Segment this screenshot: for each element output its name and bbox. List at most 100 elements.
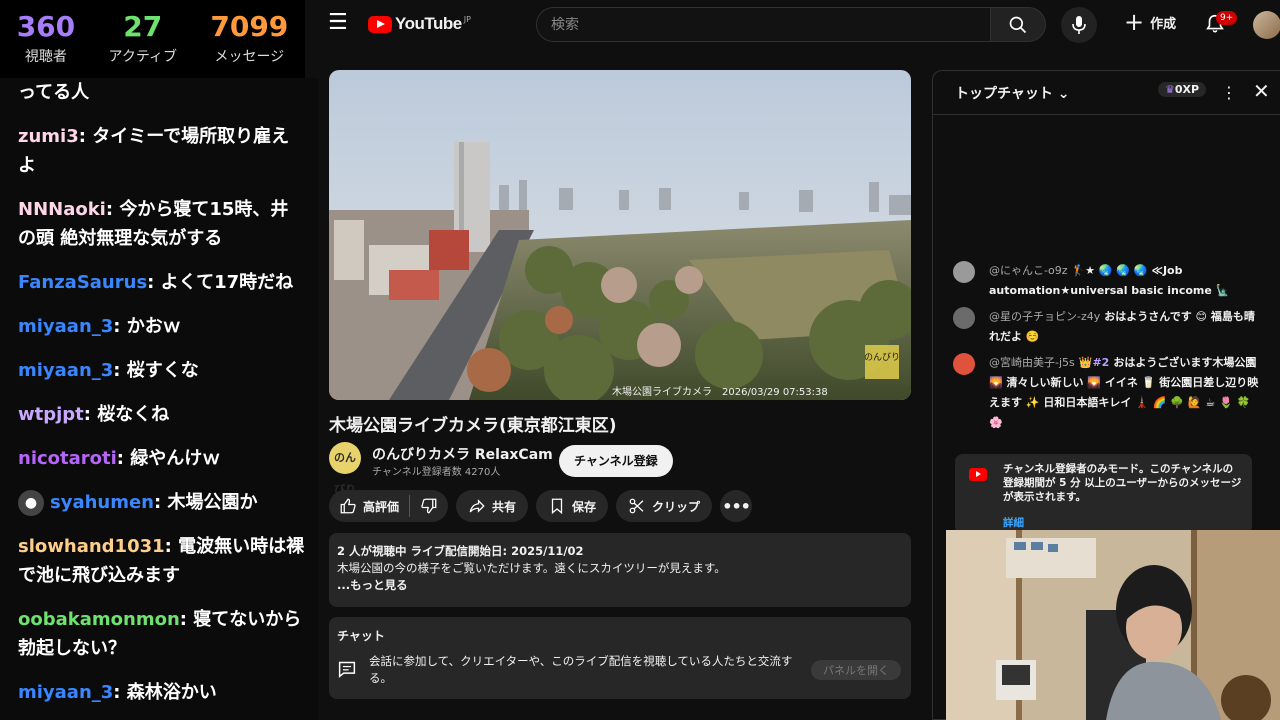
dislike-button[interactable] [410, 490, 448, 522]
create-label: 作成 [1150, 16, 1177, 32]
active-label: アクティブ [108, 49, 177, 65]
chat-text: ってる人 [18, 82, 90, 103]
subscriber-count: チャンネル登録者数 4270人 [372, 467, 501, 478]
clip-button[interactable]: クリップ [616, 490, 713, 522]
chat-username: FanzaSaurus [18, 272, 148, 293]
live-chat-message[interactable]: @星の子チョピン-z4y おはようさんです 😊 福島も晴れだよ ☺️ [953, 307, 1263, 347]
message-label: メッセージ [214, 49, 285, 65]
video-player[interactable]: のんびり 木場公園ライブカメラ 2026/03/29 07:53:38 [329, 70, 911, 400]
search-icon [1009, 16, 1027, 33]
crown-icon: ♛ [1165, 83, 1175, 96]
chat-invite-text: 会話に参加して、クリエイターや、このライブ配信を視聴している人たちと交流する。 [369, 654, 793, 685]
xp-value: 0XP [1174, 83, 1200, 96]
chat-username: miyaan_3 [18, 682, 114, 703]
overlay-chat-message: ● syahumen: 木場公園か [18, 488, 306, 517]
members-only-banner: チャンネル登録者のみモード。このチャンネルの登録期間が 5 分 以上のユーザーか… [955, 454, 1252, 534]
message-stat: 7099 メッセージ [210, 10, 288, 78]
chat-text: : 木場公園か [154, 492, 258, 513]
user-avatar[interactable] [953, 261, 975, 283]
overlay-chat-message: miyaan_3: 桜すくな [18, 356, 306, 385]
search-button[interactable] [990, 7, 1046, 42]
chat-username: zumi3 [18, 126, 79, 147]
share-button[interactable]: 共有 [456, 490, 529, 522]
more-actions-button[interactable]: ••• [720, 490, 753, 522]
overlay-chat-log: ってる人 zumi3: タイミーで場所取り雇えよ NNNaoki: 今から寝て15時… [0, 78, 318, 720]
like-dislike-group: 高評価 [329, 490, 449, 522]
create-button[interactable]: + 作成 [1124, 8, 1177, 36]
active-stat: 27 アクティブ [109, 10, 177, 78]
banner-text: チャンネル登録者のみモード。このチャンネルの登録期間が 5 分 以上のユーザーか… [1003, 463, 1242, 503]
chat-text: : よくて17時だね [147, 272, 294, 293]
chat-username: nicotaroti [18, 448, 117, 469]
voice-search-button[interactable] [1061, 7, 1097, 43]
youtube-logo[interactable]: YouTube JP [368, 14, 471, 34]
chevron-down-icon: ⌄ [1057, 86, 1070, 102]
like-button[interactable]: 高評価 [329, 490, 409, 522]
overlay-chat-message: slowhand1031: 電波無い時は裸で池に飛び込みます [18, 532, 306, 590]
bookmark-icon [551, 498, 563, 515]
user-avatar[interactable] [953, 353, 975, 375]
chat-text: : 桜すくな [113, 360, 199, 381]
streamer-webcam [946, 530, 1280, 720]
microphone-icon [1072, 16, 1086, 34]
search-box [536, 7, 991, 42]
message-count: 7099 [210, 10, 289, 43]
plus-icon: + [1124, 8, 1145, 36]
description-box[interactable]: 2 人が視聴中 ライブ配信開始日: 2025/11/02 木場公園の今の様子をご… [329, 533, 911, 607]
chat-username: slowhand1031 [18, 536, 165, 557]
open-panel-button[interactable]: パネルを開く [811, 660, 901, 680]
live-chat-message[interactable]: @宮崎由美子-j5s 👑#2 おはようございます木場公園 🌄 清々しい新しい 🌄 イ… [953, 353, 1263, 433]
video-caption: 木場公園ライブカメラ 2026/03/29 07:53:38 [612, 385, 828, 398]
action-bar: 高評価 共有 保存 クリップ ••• [329, 490, 753, 522]
rank-badge: 👑#2 [1078, 356, 1110, 369]
youtube-icon [969, 468, 987, 481]
live-chat-message[interactable]: @にゃんこ-o9z 🏌★ 🌏 🌏 🌏 ≪Job automation★univer… [953, 261, 1263, 301]
logo-region: JP [463, 14, 471, 24]
thumbs-down-icon [421, 498, 437, 514]
thumbs-up-icon [340, 498, 356, 514]
logo-text: YouTube [395, 14, 462, 33]
channel-avatar[interactable]: のんびり [329, 442, 361, 496]
chat-mode-dropdown[interactable]: トップチャット ⌄ [955, 83, 1069, 103]
chat-text: : 森林浴かい [113, 682, 217, 703]
search-input[interactable] [551, 8, 990, 41]
chat-heading: チャット [337, 629, 385, 643]
chat-text: : かおｗ [113, 316, 181, 337]
overlay-chat-message: zumi3: タイミーで場所取り雇えよ [18, 122, 306, 180]
chat-username: miyaan_3 [18, 316, 114, 337]
chat-bubble-icon [338, 661, 356, 678]
overlay-chat-message: nicotaroti: 緑やんけｗ [18, 444, 306, 473]
xp-badge[interactable]: ♛0XP [1158, 82, 1207, 97]
chat-author[interactable]: @星の子チョピン-z4y [989, 310, 1100, 323]
hamburger-menu-icon[interactable]: ☰ [328, 12, 348, 34]
close-icon[interactable]: ✕ [1253, 79, 1270, 103]
stream-stats: 360 視聴者 27 アクティブ 7099 メッセージ [0, 0, 305, 78]
youtube-header: ☰ YouTube JP + 作成 9+ [318, 0, 1280, 50]
overlay-chat-message: FanzaSaurus: よくて17時だね [18, 268, 306, 297]
channel-name[interactable]: のんびりカメラ RelaxCam [372, 444, 553, 464]
video-frame: のんびり 木場公園ライブカメラ 2026/03/29 07:53:38 [329, 70, 911, 400]
video-watermark: のんびり [864, 352, 900, 363]
scissors-icon [629, 498, 644, 514]
chat-author[interactable]: @宮崎由美子-j5s [989, 356, 1075, 369]
chat-username: wtpjpt [18, 404, 84, 425]
more-vert-icon[interactable]: ⋮ [1221, 83, 1237, 102]
chat-author[interactable]: @にゃんこ-o9z [989, 264, 1067, 277]
description-meta: 2 人が視聴中 ライブ配信開始日: 2025/11/02 [337, 544, 584, 558]
live-chat-messages: @にゃんこ-o9z 🏌★ 🌏 🌏 🌏 ≪Job automation★univer… [953, 261, 1263, 439]
show-more-link[interactable]: ...もっと見る [337, 577, 903, 594]
save-label: 保存 [572, 499, 597, 514]
save-button[interactable]: 保存 [536, 490, 609, 522]
chat-text: : 桜なくね [83, 404, 170, 425]
chat-username: miyaan_3 [18, 360, 114, 381]
user-avatar[interactable] [953, 307, 975, 329]
overlay-chat-message: miyaan_3: かおｗ [18, 312, 306, 341]
share-label: 共有 [492, 499, 517, 514]
chat-text: : 緑やんけｗ [116, 448, 221, 469]
account-avatar[interactable] [1253, 11, 1280, 39]
video-title: 木場公園ライブカメラ(東京都江東区) [329, 416, 617, 436]
overlay-chat-message: ってる人 [18, 78, 306, 107]
description-text: 木場公園の今の様子をご覧いただけます。遠くにスカイツリーが見えます。 [337, 561, 726, 575]
banner-detail-link[interactable]: 詳細 [1003, 516, 1024, 530]
subscribe-button[interactable]: チャンネル登録 [559, 445, 673, 477]
